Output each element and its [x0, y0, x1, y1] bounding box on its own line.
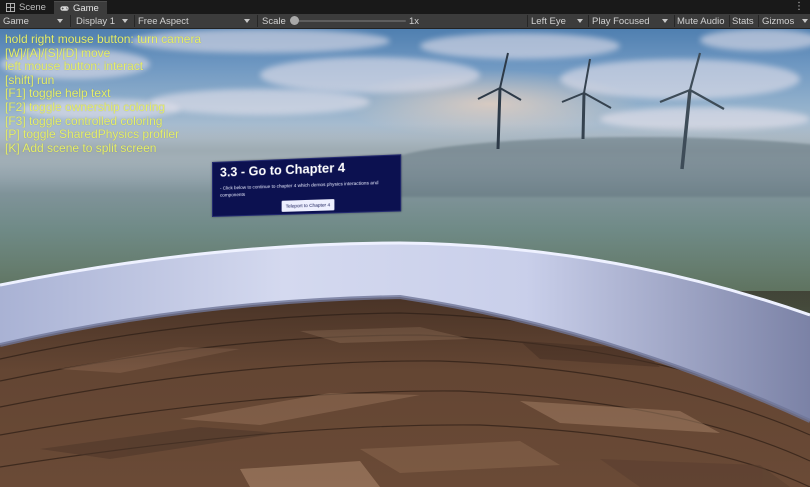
chevron-down-icon	[577, 19, 583, 23]
tab-scene[interactable]: Scene	[0, 1, 54, 14]
scale-label: Scale	[262, 15, 286, 27]
eye-dropdown[interactable]: Left Eye	[531, 14, 587, 28]
panel-description: - Click below to continue to chapter 4 w…	[219, 180, 379, 198]
teleport-button[interactable]: Teleport to Chapter 4	[281, 199, 335, 212]
chevron-down-icon	[802, 19, 808, 23]
help-line: hold right mouse button: turn camera	[5, 32, 202, 46]
scale-slider-handle[interactable]	[290, 16, 299, 25]
editor-tab-bar: Scene Game ⋮	[0, 0, 810, 14]
panel-title: 3.3 - Go to Chapter 4	[219, 160, 346, 180]
chevron-down-icon	[57, 19, 63, 23]
tab-game-label: Game	[72, 2, 99, 14]
toolbar-divider	[758, 15, 759, 27]
game-viewport[interactable]: hold right mouse button: turn camera [W]…	[0, 29, 810, 487]
stats-button[interactable]: Stats	[732, 14, 754, 28]
aspect-value: Free Aspect	[138, 15, 189, 27]
display-dropdown[interactable]: Display 1	[76, 14, 132, 28]
help-line: [K] Add scene to split screen	[5, 140, 157, 155]
help-line: left mouse button: interact	[5, 59, 144, 74]
chevron-down-icon	[244, 19, 250, 23]
game-view-toolbar: Game Display 1 Free Aspect Scale 1x Left…	[0, 14, 810, 29]
toolbar-divider	[729, 15, 730, 27]
help-line: [shift] run	[5, 72, 55, 87]
toolbar-divider	[134, 15, 135, 27]
help-line: [F3] toggle controlled coloring	[5, 113, 163, 128]
gamepad-icon	[60, 5, 69, 11]
help-text-overlay: hold right mouse button: turn camera [W]…	[5, 32, 202, 155]
play-mode-dropdown[interactable]: Play Focused	[592, 14, 672, 28]
more-options-icon[interactable]: ⋮	[794, 1, 804, 13]
view-mode-dropdown[interactable]: Game	[3, 14, 67, 28]
chevron-down-icon	[662, 19, 668, 23]
play-mode-value: Play Focused	[592, 15, 650, 27]
gizmos-button[interactable]: Gizmos	[762, 14, 808, 28]
scale-slider-track[interactable]	[295, 20, 406, 22]
toolbar-divider	[588, 15, 589, 27]
chevron-down-icon	[122, 19, 128, 23]
toolbar-divider	[674, 15, 675, 27]
help-line: [P] toggle SharedPhysics profiler	[5, 127, 180, 142]
help-line: [F1] toggle help text	[5, 86, 111, 101]
grid-icon	[6, 3, 15, 12]
toolbar-divider	[257, 15, 258, 27]
view-mode-value: Game	[3, 15, 29, 27]
tab-game[interactable]: Game	[53, 1, 107, 14]
gizmos-label: Gizmos	[762, 15, 795, 27]
toolbar-divider	[527, 15, 528, 27]
toolbar-divider	[70, 15, 71, 27]
eye-value: Left Eye	[531, 15, 566, 27]
help-line: [W]/[A]/[S]/[D] move	[5, 45, 111, 60]
scale-value: 1x	[409, 15, 420, 27]
display-value: Display 1	[76, 15, 116, 27]
chapter-panel: 3.3 - Go to Chapter 4 - Click below to c…	[212, 154, 402, 217]
tab-scene-label: Scene	[19, 2, 46, 13]
mute-audio-button[interactable]: Mute Audio	[677, 14, 725, 28]
help-line: [F2] toggle ownership coloring	[5, 99, 166, 114]
aspect-dropdown[interactable]: Free Aspect	[138, 14, 254, 28]
